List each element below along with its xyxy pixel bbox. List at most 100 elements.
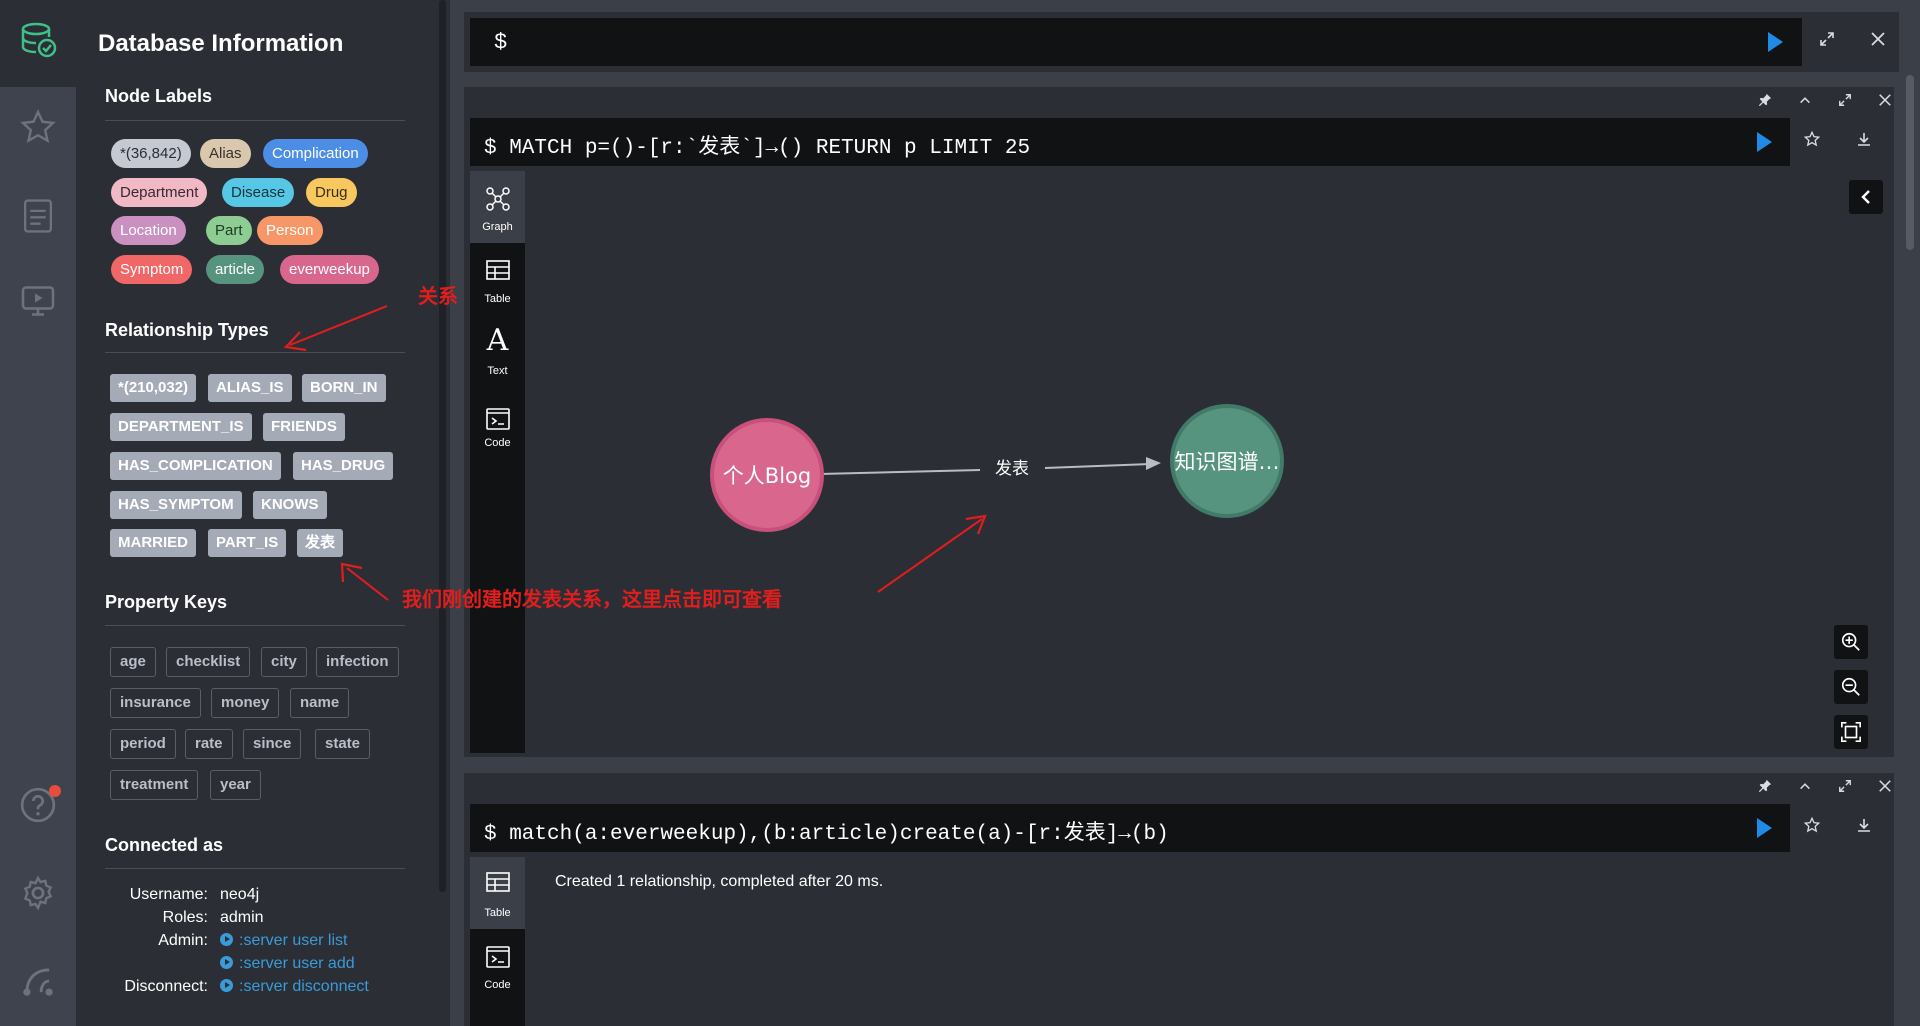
close-icon[interactable] xyxy=(1874,92,1896,114)
relationship-type-tag[interactable]: ALIAS_IS xyxy=(208,374,292,402)
node-label-tag[interactable]: everweekup xyxy=(280,255,379,284)
property-key-tag[interactable]: city xyxy=(261,647,307,677)
tab-code[interactable]: Code xyxy=(470,929,525,1001)
relationship-line-a xyxy=(819,469,981,475)
tab-table[interactable]: Table xyxy=(470,243,525,315)
property-key-tag[interactable]: money xyxy=(211,688,280,718)
relationship-type-tag[interactable]: PART_IS xyxy=(208,529,287,557)
graph-canvas[interactable]: 个人Blog 知识图谱… 发表 xyxy=(525,171,1889,753)
server-disconnect-link[interactable]: :server disconnect xyxy=(220,978,369,996)
chevron-left-icon[interactable] xyxy=(1849,180,1883,214)
result-frame-graph: $ MATCH p=()-[r:`发表`]→() RETURN p LIMIT … xyxy=(464,87,1894,757)
node-label-tag[interactable]: Department xyxy=(111,178,208,207)
node-label-tag[interactable]: Disease xyxy=(222,178,295,207)
query-editor[interactable]: $ MATCH p=()-[r:`发表`]→() RETURN p LIMIT … xyxy=(470,118,1790,166)
divider xyxy=(105,352,405,353)
download-icon[interactable] xyxy=(1853,131,1875,153)
tab-graph[interactable]: Graph xyxy=(470,171,525,243)
zoom-out-icon[interactable] xyxy=(1834,670,1868,704)
pin-icon[interactable] xyxy=(1754,92,1776,114)
run-button[interactable] xyxy=(1757,132,1772,152)
download-icon[interactable] xyxy=(1853,817,1875,839)
main-editor[interactable]: $ xyxy=(470,18,1802,66)
icon-sidebar xyxy=(0,0,76,1026)
fit-view-icon[interactable] xyxy=(1834,715,1868,749)
query-editor[interactable]: $ match(a:everweekup),(b:article)create(… xyxy=(470,804,1790,852)
fullscreen-icon[interactable] xyxy=(1834,778,1856,800)
documents-icon[interactable] xyxy=(18,196,58,236)
property-key-tag[interactable]: name xyxy=(290,688,350,718)
neo4j-sync-icon[interactable] xyxy=(18,961,58,1001)
property-key-tag[interactable]: period xyxy=(110,729,176,759)
gear-icon[interactable] xyxy=(18,873,58,913)
drawer-scrollbar[interactable] xyxy=(434,0,450,1026)
relationship-label[interactable]: 发表 xyxy=(995,459,1029,479)
tab-table-label: Table xyxy=(484,907,511,919)
main-scrollbar[interactable] xyxy=(1904,75,1916,1025)
drawer-scroll-thumb[interactable] xyxy=(439,0,446,892)
node-label-tag[interactable]: Person xyxy=(257,216,323,245)
relationship-type-tag[interactable]: MARRIED xyxy=(110,529,196,557)
help-icon[interactable] xyxy=(18,785,61,825)
guides-icon[interactable] xyxy=(18,281,58,321)
node-label-tag[interactable]: Complication xyxy=(263,139,368,168)
relationship-type-tag[interactable]: *(210,032) xyxy=(110,374,197,402)
star-icon[interactable] xyxy=(1801,816,1823,839)
star-icon[interactable] xyxy=(18,107,58,147)
property-key-tag[interactable]: treatment xyxy=(110,770,199,800)
close-icon[interactable] xyxy=(1867,31,1889,53)
property-key-tag[interactable]: rate xyxy=(185,729,233,759)
play-circle-icon xyxy=(220,933,233,946)
close-icon[interactable] xyxy=(1874,778,1896,800)
server-user-list-link[interactable]: :server user list xyxy=(220,932,347,950)
tab-text-label: Text xyxy=(487,365,508,377)
property-key-tag[interactable]: checklist xyxy=(166,647,251,677)
pin-icon[interactable] xyxy=(1754,778,1776,800)
play-circle-icon xyxy=(220,979,233,992)
node-label-tag[interactable]: article xyxy=(206,255,265,284)
collapse-icon[interactable] xyxy=(1794,92,1816,114)
fullscreen-icon[interactable] xyxy=(1834,92,1856,114)
relationship-line-b xyxy=(1044,463,1151,469)
property-key-tag[interactable]: since xyxy=(243,729,302,759)
relationship-type-tag[interactable]: HAS_DRUG xyxy=(293,452,394,480)
tab-code[interactable]: Code xyxy=(470,387,525,459)
node-label-tag[interactable]: Drug xyxy=(306,178,357,207)
tab-table[interactable]: Table xyxy=(470,857,525,929)
database-tab[interactable] xyxy=(0,0,76,87)
property-key-tag[interactable]: infection xyxy=(316,647,399,677)
property-key-tag[interactable]: age xyxy=(110,647,156,677)
relationship-type-tag[interactable]: HAS_COMPLICATION xyxy=(110,452,281,480)
relationship-type-tag[interactable]: KNOWS xyxy=(253,491,327,519)
collapse-icon[interactable] xyxy=(1794,778,1816,800)
property-key-tag[interactable]: state xyxy=(315,729,371,759)
node-label-tag[interactable]: Symptom xyxy=(111,255,193,284)
result-frame-create: $ match(a:everweekup),(b:article)create(… xyxy=(464,773,1894,1026)
run-button[interactable] xyxy=(1757,818,1772,838)
run-button[interactable] xyxy=(1768,32,1783,52)
server-user-add-link[interactable]: :server user add xyxy=(220,955,355,973)
fullscreen-icon[interactable] xyxy=(1816,31,1838,53)
tab-table-label: Table xyxy=(484,293,511,305)
relationship-type-tag[interactable]: HAS_SYMPTOM xyxy=(110,491,242,519)
tab-text[interactable]: A Text xyxy=(470,315,525,387)
main-editor-frame: $ xyxy=(464,12,1899,72)
divider xyxy=(105,625,405,626)
star-icon[interactable] xyxy=(1801,130,1823,153)
main-scroll-thumb[interactable] xyxy=(1906,75,1914,250)
property-key-tag[interactable]: year xyxy=(210,770,261,800)
node-label-tag[interactable]: Location xyxy=(111,216,186,245)
node-label-tag[interactable]: Alias xyxy=(200,139,251,168)
relationship-type-tag[interactable]: 发表 xyxy=(297,529,344,557)
divider xyxy=(105,868,405,869)
property-key-tag[interactable]: insurance xyxy=(110,688,201,718)
node-label-tag[interactable]: *(36,842) xyxy=(111,139,191,168)
relationship-type-tag[interactable]: DEPARTMENT_IS xyxy=(110,413,252,441)
table-icon xyxy=(485,260,510,280)
zoom-in-icon[interactable] xyxy=(1834,625,1868,659)
code-icon xyxy=(485,946,510,968)
relationship-type-tag[interactable]: BORN_IN xyxy=(302,374,386,402)
relationship-type-tag[interactable]: FRIENDS xyxy=(263,413,345,441)
relationship-types-heading: Relationship Types xyxy=(105,320,269,340)
node-label-tag[interactable]: Part xyxy=(206,216,252,245)
